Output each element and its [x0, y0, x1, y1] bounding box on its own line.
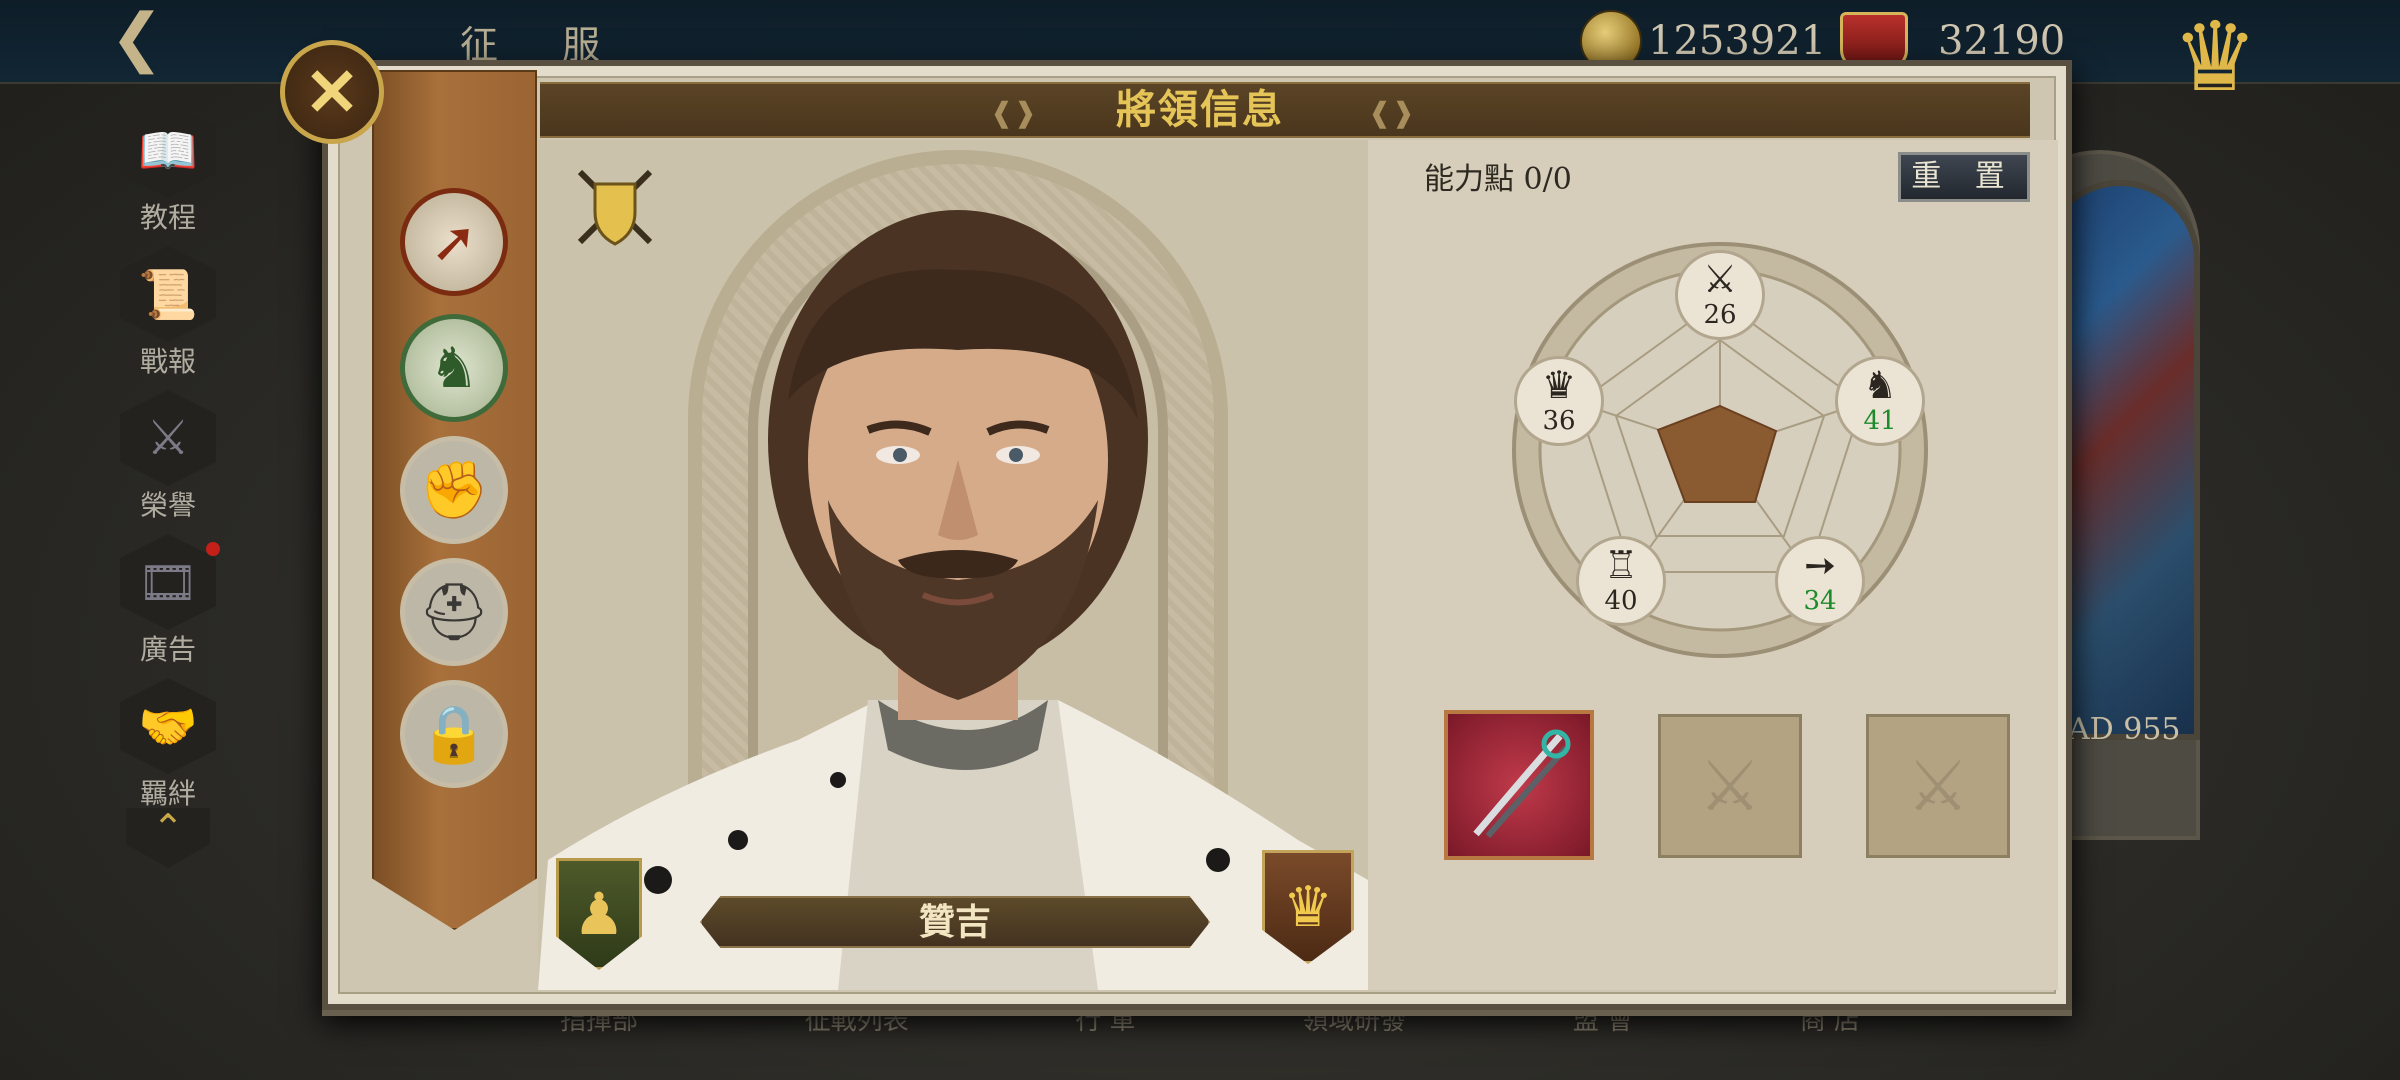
fist-icon: ✊ [419, 458, 489, 523]
scroll-icon: 📜 [120, 246, 216, 342]
sidebar-item-label: 羈絆 [139, 777, 196, 810]
bow-icon: ➙ [1804, 543, 1836, 587]
sidebar-item-honor[interactable]: ⚔ 榮譽 [118, 388, 218, 532]
general-portrait [538, 210, 1368, 990]
tab-cavalry[interactable]: ♞ [400, 314, 508, 422]
panel-title: 將領信息 [1116, 86, 1284, 133]
equipment-slot-empty[interactable]: ⚔ [1866, 714, 2010, 858]
handshake-icon: 🤝 [120, 678, 216, 774]
sabre-icon [1473, 729, 1571, 838]
crown-icon: ♛ [1541, 363, 1577, 407]
eagle-icon: ♖ [1603, 543, 1639, 587]
arrow-icon: ➚ [430, 209, 478, 275]
left-sidebar: 📖 教程 📜 戰報 ⚔ 榮譽 🎞 廣告 🤝 羈絆 [118, 100, 220, 820]
book-icon: 📖 [120, 102, 216, 198]
close-icon: ✕ [304, 53, 360, 131]
helmet-icon: ⛑ [418, 580, 490, 645]
tab-skills[interactable]: ➚ [400, 188, 508, 296]
shield-swords-placeholder-icon: ⚔ [1906, 745, 1970, 827]
stat-radar: ⚔ 26 ♞ 41 ➙ 34 ♖ 40 ♛ 36 [1510, 240, 1930, 660]
notification-dot [206, 542, 220, 556]
portrait-area [538, 140, 1368, 990]
back-arrow-icon[interactable]: ❮ [110, 6, 200, 70]
equipment-slot-weapon[interactable] [1444, 710, 1594, 860]
stat-attack-value: 26 [1703, 300, 1737, 330]
reset-button[interactable]: 重 置 [1898, 152, 2030, 202]
tab-strength[interactable]: ✊ [400, 436, 508, 544]
honor-value: 32190 [1938, 18, 2066, 64]
stat-leadership-value: 36 [1542, 406, 1576, 436]
sidebar-item-bonds[interactable]: 🤝 羈絆 [118, 676, 218, 820]
crown-icon[interactable]: ♛ [2140, 2, 2290, 112]
stat-cavalry[interactable]: ♞ 41 [1835, 356, 1925, 446]
ability-points-label: 能力點 0/0 [1424, 162, 1572, 197]
sword-hand-icon: ⚔ [120, 390, 216, 486]
pawn-icon: ♟ [573, 880, 625, 948]
sidebar-item-label: 戰報 [139, 345, 196, 378]
stat-defense[interactable]: ♖ 40 [1576, 536, 1666, 626]
horse-icon: ♞ [1862, 363, 1898, 407]
crown-icon: ♛ [1282, 874, 1334, 940]
era-label: AD 955 [2068, 712, 2181, 747]
sidebar-item-label: 榮譽 [139, 489, 196, 522]
sidebar-item-battle-report[interactable]: 📜 戰報 [118, 244, 218, 388]
equipment-slot-empty[interactable]: ⚔ [1658, 714, 1802, 858]
crossed-swords-icon: ⚔ [1702, 257, 1738, 301]
stat-cavalry-value: 41 [1863, 406, 1897, 436]
horse-icon: ♞ [428, 335, 480, 401]
sidebar-item-ads[interactable]: 🎞 廣告 [118, 532, 220, 676]
crossed-swords-shield-icon [577, 169, 653, 246]
sidebar-item-label: 廣告 [139, 633, 196, 666]
stat-archery[interactable]: ➙ 34 [1775, 536, 1865, 626]
tab-armor[interactable]: ⛑ [400, 558, 508, 666]
sidebar-item-label: 教程 [139, 201, 196, 234]
film-icon: 🎞 [120, 534, 216, 630]
close-button[interactable]: ✕ [280, 40, 384, 144]
shield-swords-placeholder-icon: ⚔ [1698, 745, 1762, 827]
tab-locked[interactable]: 🔒 [400, 680, 508, 788]
stat-defense-value: 40 [1604, 586, 1638, 616]
general-name: 贊吉 [918, 901, 991, 943]
stat-leadership[interactable]: ♛ 36 [1514, 356, 1604, 446]
stat-attack[interactable]: ⚔ 26 [1675, 250, 1765, 340]
gold-value: 1253921 [1648, 18, 1827, 64]
stat-archery-value: 34 [1803, 586, 1837, 616]
lock-icon: 🔒 [419, 702, 489, 767]
sidebar-item-tutorial[interactable]: 📖 教程 [118, 100, 218, 244]
